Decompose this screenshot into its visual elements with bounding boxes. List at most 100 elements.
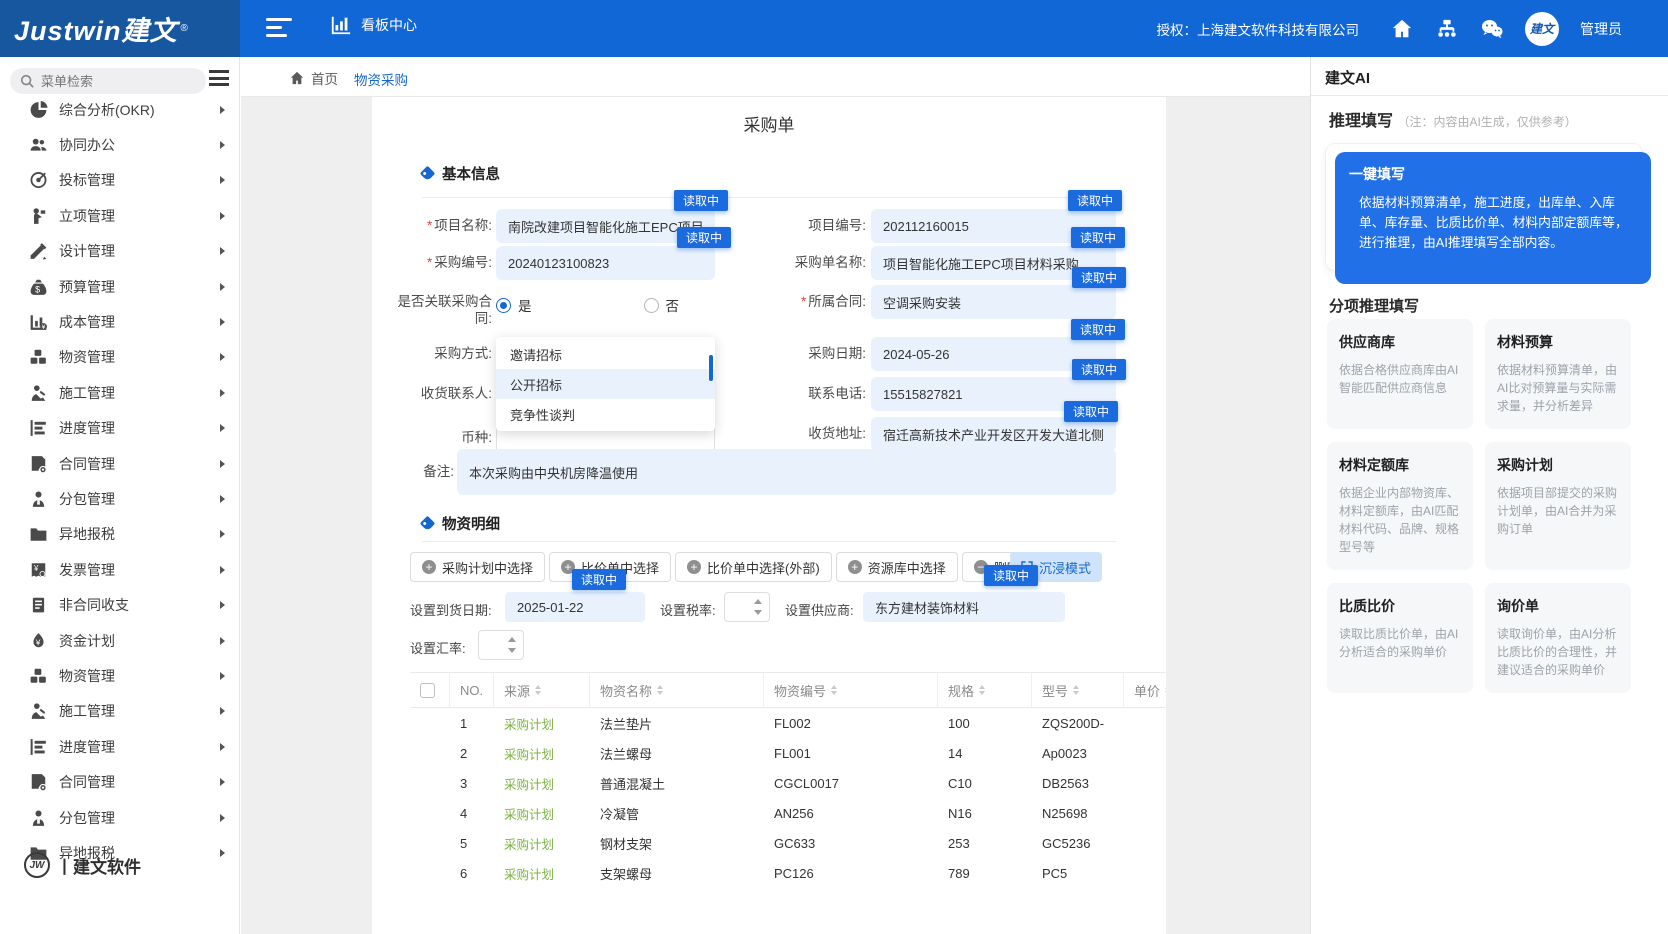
exchange-rate-stepper[interactable] [478,630,524,660]
dropdown-option-highlighted[interactable]: 公开招标 [496,369,715,399]
purchase-no-field[interactable]: 20240123100823 [496,246,715,280]
radio-no[interactable]: 否 [644,295,680,315]
sidebar-menu-item[interactable]: 预算管理 [0,269,240,304]
col-model[interactable]: 型号 [1032,672,1124,708]
toolbar-button[interactable]: + 资源库中选择 [836,552,958,582]
home-icon[interactable] [1390,17,1414,41]
col-source[interactable]: 来源 [494,672,590,708]
col-name[interactable]: 物资名称 [590,672,764,708]
sort-icon[interactable] [979,685,985,695]
sidebar-menu-item[interactable]: 综合分析(OKR) [0,92,240,127]
status-badge: 读取中 [572,569,626,590]
dropdown-option[interactable]: 竞争性谈判 [496,399,715,429]
one-click-fill-card[interactable]: 一键填写 依据材料预算清单，施工进度，出库单、入库单、库存量、比质比价单、材料内… [1335,152,1651,284]
sidebar-menu-item[interactable]: 进度管理 [0,729,240,764]
menu-item-icon [29,809,48,827]
menu-item-label: 成本管理 [59,312,115,332]
ai-inference-card[interactable]: 比质比价 读取比质比价单，由AI分析适合的采购单价 [1327,583,1473,693]
table-row[interactable]: 6 采购计划 支架螺母 PC126 789 PC5 [410,858,1166,888]
col-code[interactable]: 物资编号 [764,672,938,708]
breadcrumb-home[interactable]: 首页 [290,68,338,88]
board-center-link[interactable]: 看板中心 [330,14,417,36]
table-row[interactable]: 1 采购计划 法兰垫片 FL002 100 ZQS200D- [410,708,1166,738]
cell-source: 采购计划 [494,744,590,763]
sidebar-menu-item[interactable]: 协同办公 [0,127,240,162]
cell-spec: 100 [938,716,1032,731]
table-row[interactable]: 2 采购计划 法兰螺母 FL001 14 Ap0023 [410,738,1166,768]
step-up-icon[interactable] [508,637,516,642]
supplier-field[interactable]: 东方建材装饰材料 [863,592,1065,622]
chevron-right-icon [220,530,225,538]
cell-spec: C10 [938,776,1032,791]
brand-logo[interactable]: Justwin建文 ® [0,0,240,57]
ai-section-title: 推理填写 （注：内容由AI生成，仅供参考） [1329,107,1577,131]
col-spec[interactable]: 规格 [938,672,1032,708]
ai-inference-card[interactable]: 询价单 读取询价单，由AI分析比质比价的合理性，并建议适合的采购单价 [1485,583,1631,693]
step-up-icon[interactable] [754,599,762,604]
username[interactable]: 管理员 [1580,19,1622,39]
chevron-right-icon [220,389,225,397]
sidebar-menu-item[interactable]: 物资管理 [0,658,240,693]
sidebar-menu-item[interactable]: 非合同收支 [0,587,240,622]
sidebar-menu-item[interactable]: 物资管理 [0,340,240,375]
dropdown-scrollbar[interactable] [709,355,713,381]
remark-field[interactable]: 本次采购由中央机房降温使用 [457,449,1116,495]
sidebar-menu-item[interactable]: 合同管理 [0,446,240,481]
radio-yes[interactable]: 是 [496,295,532,315]
toolbar-button[interactable]: + 采购计划中选择 [410,552,545,582]
cell-model: GC5236 [1032,836,1124,851]
menu-item-icon [29,348,48,366]
sidebar-menu-item[interactable]: 分包管理 [0,800,240,835]
divider [1311,95,1668,96]
address-field[interactable]: 宿迁高新技术产业开发区开发大道北侧 [871,417,1116,451]
dropdown-option[interactable]: 邀请招标 [496,339,715,369]
sidebar-menu-item[interactable]: 施工管理 [0,375,240,410]
radio-no-dot [644,298,659,313]
col-no[interactable]: NO. [450,672,494,708]
cell-name: 钢材支架 [590,834,764,853]
table-row[interactable]: 3 采购计划 普通混凝土 CGCL0017 C10 DB2563 [410,768,1166,798]
sidebar-menu-item[interactable]: 进度管理 [0,411,240,446]
sort-icon[interactable] [657,685,663,695]
wechat-icon[interactable] [1480,17,1504,41]
sidebar-menu-item[interactable]: 设计管理 [0,234,240,269]
cell-spec: 253 [938,836,1032,851]
tax-rate-stepper[interactable] [724,592,770,622]
menu-toggle-icon[interactable] [266,18,292,39]
sort-icon[interactable] [1165,685,1166,695]
sidebar-menu-item[interactable]: 施工管理 [0,694,240,729]
sidebar-menu-item[interactable]: 发票管理 [0,552,240,587]
delivery-date-field[interactable]: 2025-01-22 [505,592,645,622]
menu-search[interactable] [10,68,206,94]
ai-inference-card[interactable]: 供应商库 依据合格供应商库由AI智能匹配供应商信息 [1327,319,1473,429]
sidebar-menu-item[interactable]: 成本管理 [0,304,240,339]
menu-list-icon[interactable] [209,70,229,88]
table-row[interactable]: 4 采购计划 冷凝管 AN256 N16 N25698 [410,798,1166,828]
sort-icon[interactable] [535,685,541,695]
breadcrumb-current-tab[interactable]: 物资采购 [354,69,408,89]
sidebar-menu-item[interactable]: 立项管理 [0,198,240,233]
step-down-icon[interactable] [754,610,762,615]
sidebar-menu-item[interactable]: 异地报税 [0,517,240,552]
avatar[interactable]: 建文 [1525,12,1559,46]
col-price[interactable]: 单价 [1124,672,1166,708]
sidebar-menu-item[interactable]: 资金计划 [0,623,240,658]
sidebar-menu-item[interactable]: 合同管理 [0,764,240,799]
cell-model: PC5 [1032,866,1124,881]
ai-inference-card[interactable]: 材料定额库 依据企业内部物资库、材料定额库，由AI匹配材料代码、品牌、规格型号等 [1327,442,1473,570]
toolbar-button[interactable]: + 比价单中选择(外部) [675,552,832,582]
ai-inference-card[interactable]: 材料预算 依据材料预算清单，由AI比对预算量与实际需求量，并分析差异 [1485,319,1631,429]
sort-icon[interactable] [1073,685,1079,695]
select-all-checkbox[interactable] [420,683,435,698]
step-down-icon[interactable] [508,648,516,653]
contract-field[interactable]: 空调采购安装 [871,285,1116,319]
sidebar-menu-item[interactable]: 分包管理 [0,481,240,516]
link-contract-radio-group: 是 否 [496,295,679,315]
sidebar-menu-item[interactable]: 投标管理 [0,163,240,198]
sitemap-icon[interactable] [1435,17,1459,41]
ai-inference-card[interactable]: 采购计划 依据项目部提交的采购计划单，由AI合并为采购订单 [1485,442,1631,570]
table-row[interactable]: 5 采购计划 钢材支架 GC633 253 GC5236 [410,828,1166,858]
menu-item-icon [29,278,48,296]
search-input[interactable] [41,74,181,89]
sort-icon[interactable] [831,685,837,695]
